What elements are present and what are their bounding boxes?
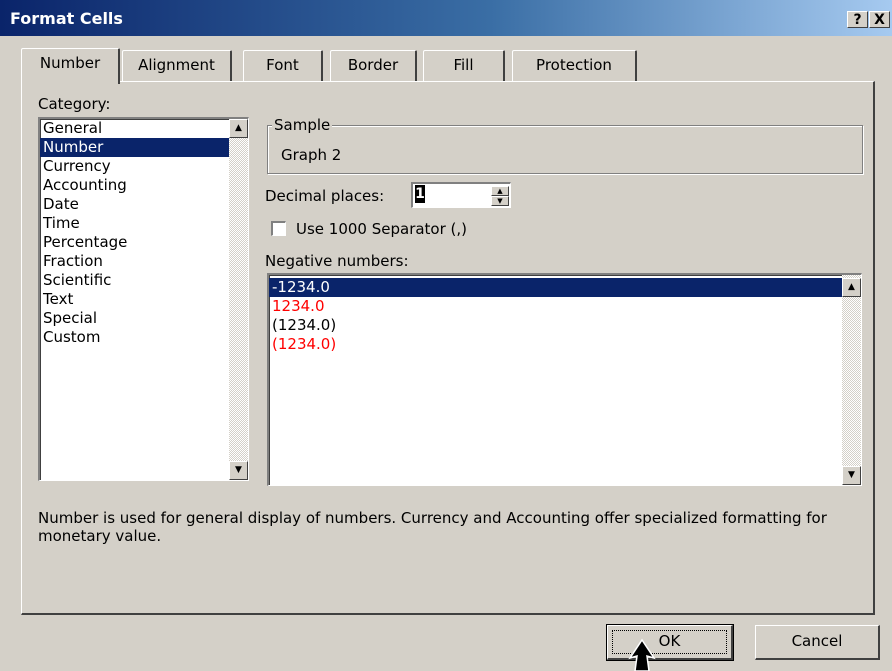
sample-group [267,125,863,174]
negative-format-option[interactable]: (1234.0) [269,335,842,354]
category-item-fraction[interactable]: Fraction [40,252,229,271]
scroll-down-icon[interactable]: ▼ [229,461,248,480]
cancel-button[interactable]: Cancel [755,625,880,660]
decimal-places-label: Decimal places: [265,187,385,205]
format-description: Number is used for general display of nu… [38,509,827,545]
negative-scrollbar[interactable]: ▲ ▼ [842,275,861,485]
tab-fill[interactable]: Fill [423,50,505,81]
category-item-date[interactable]: Date [40,195,229,214]
negative-format-option[interactable]: -1234.0 [269,278,842,297]
decimal-places-stepper[interactable]: 1 ▲ ▼ [411,182,511,208]
title-bar: Format Cells ? X [0,0,892,36]
category-item-general[interactable]: General [40,119,229,138]
scroll-up-icon[interactable]: ▲ [842,278,861,297]
window-title: Format Cells [10,9,123,28]
category-list[interactable]: General Number Currency Accounting Date Time P… [38,117,249,481]
close-button[interactable]: X [869,11,890,28]
category-item-number[interactable]: Number [40,138,229,157]
negative-format-option[interactable]: (1234.0) [269,316,842,335]
scroll-up-icon[interactable]: ▲ [229,119,248,138]
category-item-currency[interactable]: Currency [40,157,229,176]
category-scrollbar[interactable]: ▲ ▼ [229,119,248,480]
sample-label: Sample [272,116,333,134]
tab-strip: Number Alignment Font Border Fill Protec… [0,48,892,84]
help-button[interactable]: ? [847,11,868,28]
arrow-cursor-icon [628,638,656,671]
category-item-text[interactable]: Text [40,290,229,309]
tab-number[interactable]: Number [21,48,120,84]
category-item-accounting[interactable]: Accounting [40,176,229,195]
category-item-percentage[interactable]: Percentage [40,233,229,252]
separator-label[interactable]: Use 1000 Separator (,) [296,220,467,238]
decimal-places-value[interactable]: 1 [415,185,425,203]
negative-numbers-label: Negative numbers: [265,252,409,270]
tab-protection[interactable]: Protection [512,50,637,81]
tab-font[interactable]: Font [243,50,323,81]
tab-alignment[interactable]: Alignment [122,50,232,81]
separator-checkbox[interactable] [271,221,286,236]
sample-value: Graph 2 [281,146,342,164]
tab-border[interactable]: Border [330,50,417,81]
category-label: Category: [38,95,111,113]
scroll-down-icon[interactable]: ▼ [842,466,861,485]
negative-numbers-list[interactable]: -1234.0 1234.0 (1234.0) (1234.0) ▲ ▼ [267,273,862,486]
category-item-time[interactable]: Time [40,214,229,233]
spin-down-icon[interactable]: ▼ [491,196,509,206]
category-item-special[interactable]: Special [40,309,229,328]
category-item-custom[interactable]: Custom [40,328,229,347]
negative-format-option[interactable]: 1234.0 [269,297,842,316]
spin-up-icon[interactable]: ▲ [491,186,509,196]
category-item-scientific[interactable]: Scientific [40,271,229,290]
